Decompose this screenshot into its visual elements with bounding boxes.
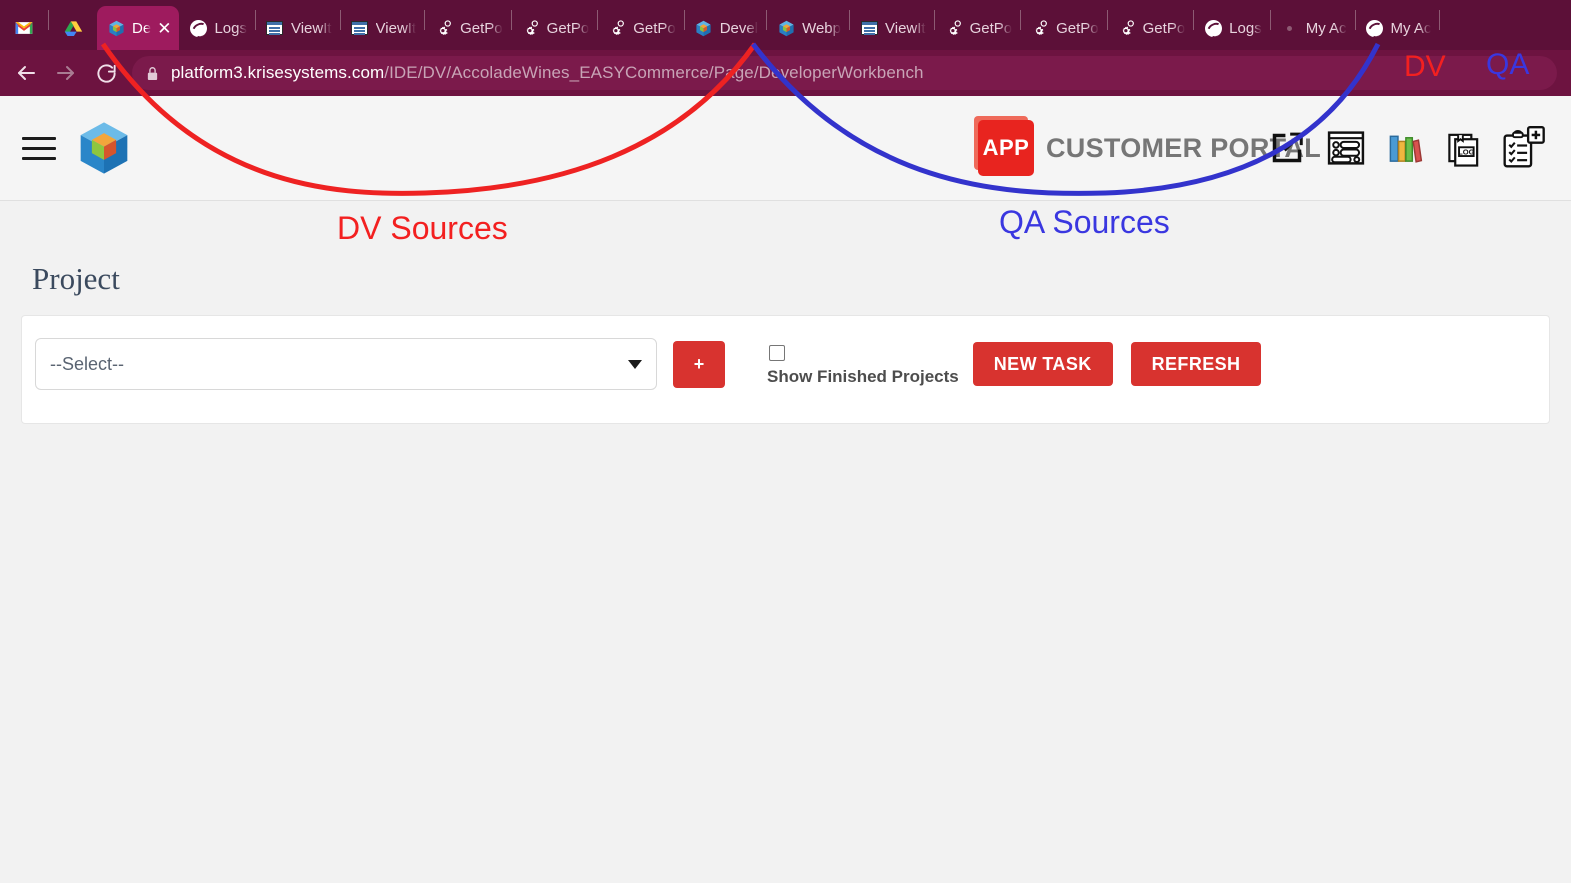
cube-icon (695, 19, 713, 37)
hamburger-menu-icon[interactable] (22, 134, 56, 162)
tab-title: Webp (802, 19, 841, 37)
log-file-icon[interactable]: LOG (1442, 126, 1486, 170)
tab-title: My Ac (1305, 19, 1347, 37)
tab-title: Logs (214, 19, 247, 37)
page-body: Project --Select-- + Show Finished Proje… (0, 201, 1571, 883)
gear-icon (1118, 19, 1136, 37)
address-bar[interactable]: platform3.krisesystems.com/IDE/DV/Accola… (132, 56, 1557, 90)
window-icon (351, 19, 369, 37)
show-finished-projects-group: Show Finished Projects (767, 345, 959, 387)
tab-title: GetPo (1142, 19, 1186, 37)
browser-tab-active[interactable]: De ✕ (97, 6, 180, 50)
browser-tab-viewit-2[interactable]: ViewIt (341, 6, 425, 50)
tab-title: De (132, 19, 152, 37)
browser-tab-getpo-1[interactable]: GetPo (425, 6, 511, 50)
browser-tab-myaccount-2[interactable]: My Ac (1356, 6, 1440, 50)
browser-tab-viewit-3[interactable]: ViewIt (850, 6, 934, 50)
conversation-icon[interactable] (1324, 126, 1368, 170)
globe-icon (1204, 19, 1222, 37)
tab-title: Devel (719, 19, 759, 37)
tab-title: GetPo (969, 19, 1013, 37)
gear-icon (522, 19, 540, 37)
show-finished-projects-label: Show Finished Projects (767, 367, 959, 386)
open-external-icon[interactable] (1265, 126, 1309, 170)
project-card: --Select-- + Show Finished Projects NEW … (21, 315, 1550, 424)
browser-tab-develop[interactable]: Devel (685, 6, 766, 50)
browser-tab-myaccount-1[interactable]: My Ac (1271, 6, 1355, 50)
lock-icon (146, 66, 159, 81)
browser-tab-getpo-4[interactable]: GetPo (935, 6, 1021, 50)
globe-icon (189, 19, 207, 37)
gmail-icon[interactable] (0, 6, 48, 50)
new-task-button[interactable]: NEW TASK (972, 342, 1113, 386)
browser-chrome: De ✕ Logs ViewIt ViewIt GetPo GetPo GetP… (0, 0, 1571, 100)
tab-separator (1439, 10, 1441, 30)
page-title: Project (32, 261, 120, 296)
add-project-button[interactable]: + (673, 340, 725, 388)
svg-text:LOG: LOG (1458, 147, 1475, 156)
tab-title: ViewIt (290, 19, 332, 37)
url-text: platform3.krisesystems.com/IDE/DV/Accola… (171, 63, 924, 83)
browser-tab-logs-2[interactable]: Logs (1194, 6, 1270, 50)
globe-icon (1366, 19, 1384, 37)
google-drive-icon[interactable] (49, 6, 97, 50)
browser-tab-logs-1[interactable]: Logs (179, 6, 255, 50)
gear-icon (1031, 19, 1049, 37)
show-finished-projects-checkbox[interactable] (769, 345, 785, 361)
app-badge: APP (978, 120, 1034, 176)
tab-title: My Ac (1390, 19, 1432, 37)
browser-tab-webpage[interactable]: Webp (767, 6, 849, 50)
refresh-button[interactable]: REFRESH (1130, 342, 1262, 386)
cube-logo-icon[interactable] (76, 120, 132, 176)
header-toolbar: LOG (1265, 126, 1545, 170)
window-icon (266, 19, 284, 37)
url-host: platform3.krisesystems.com (171, 63, 385, 82)
close-icon[interactable]: ✕ (157, 20, 171, 37)
tab-title: Logs (1229, 19, 1262, 37)
cube-icon (107, 19, 125, 37)
new-checklist-icon[interactable] (1501, 126, 1545, 170)
url-path: /IDE/DV/AccoladeWines_EASYCommerce/Page/… (384, 63, 924, 82)
cube-icon (777, 19, 795, 37)
gear-icon (945, 19, 963, 37)
browser-tab-viewit-1[interactable]: ViewIt (256, 6, 340, 50)
browser-tab-getpo-5[interactable]: GetPo (1021, 6, 1107, 50)
browser-tab-getpo-3[interactable]: GetPo (598, 6, 684, 50)
tab-title: ViewIt (885, 19, 926, 37)
dot-icon (1281, 19, 1299, 37)
tab-title: GetPo (1056, 19, 1099, 37)
tab-title: GetPo (546, 19, 590, 37)
browser-tab-getpo-2[interactable]: GetPo (512, 6, 598, 50)
tab-title: GetPo (460, 19, 503, 37)
browser-tabstrip: De ✕ Logs ViewIt ViewIt GetPo GetPo GetP… (0, 0, 1571, 50)
library-books-icon[interactable] (1383, 126, 1427, 170)
reload-button[interactable] (86, 53, 126, 93)
back-button[interactable] (6, 53, 46, 93)
browser-tab-getpo-6[interactable]: GetPo (1108, 6, 1194, 50)
project-select-value: --Select-- (50, 353, 125, 374)
gear-icon (608, 19, 626, 37)
project-select[interactable]: --Select-- (35, 338, 657, 390)
window-icon (860, 19, 878, 37)
forward-button[interactable] (46, 53, 86, 93)
project-toolbar: --Select-- + Show Finished Projects NEW … (35, 338, 1262, 390)
browser-toolbar: platform3.krisesystems.com/IDE/DV/Accola… (0, 50, 1571, 96)
application-header: APP CUSTOMER PORTAL LOG (0, 96, 1571, 201)
gear-icon (435, 19, 453, 37)
tab-title: ViewIt (375, 19, 417, 37)
tab-title: GetPo (633, 19, 676, 37)
chevron-down-icon (628, 359, 642, 369)
